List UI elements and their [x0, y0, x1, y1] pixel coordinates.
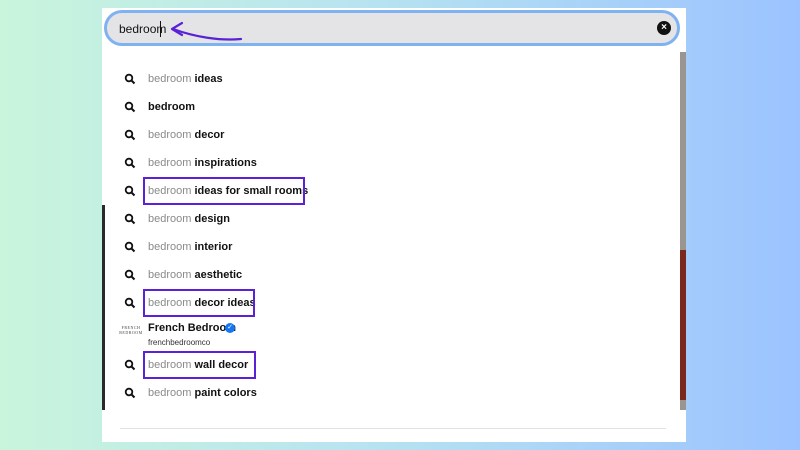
- search-icon: [124, 129, 136, 141]
- verified-badge-icon: ✓: [225, 323, 235, 333]
- profile-name: French Bedroom: [148, 322, 237, 334]
- search-icon: [124, 359, 136, 371]
- search-icon: [124, 157, 136, 169]
- search-icon: [124, 73, 136, 85]
- suggestion-item[interactable]: bedroom interior: [102, 234, 680, 262]
- suggestion-item[interactable]: bedroom paint colors: [102, 380, 680, 408]
- search-icon: [124, 185, 136, 197]
- logo-text-line: BEDROOM: [119, 330, 143, 335]
- suggestion-query: bedroom: [148, 157, 192, 169]
- suggestion-item[interactable]: bedroom inspirations: [102, 150, 680, 178]
- suggestion-query: bedroom: [148, 387, 192, 399]
- suggestion-completion: paint colors: [191, 387, 257, 399]
- suggestion-item[interactable]: bedroom ideas for small rooms: [102, 177, 680, 206]
- suggestion-item[interactable]: bedroom wall decor: [102, 351, 680, 380]
- suggestion-completion: inspirations: [191, 157, 257, 169]
- search-icon: [124, 101, 136, 113]
- suggestion-query: bedroom: [148, 241, 192, 253]
- brand-logo: FRENCH BEDROOM: [118, 325, 144, 343]
- suggestion-completion: bedroom: [148, 101, 196, 113]
- suggestion-completion: interior: [191, 241, 233, 253]
- suggestion-item[interactable]: bedroom decor: [102, 122, 680, 150]
- close-icon[interactable]: ×: [657, 21, 671, 35]
- suggestion-completion: design: [191, 213, 230, 225]
- suggestion-query: bedroom: [148, 129, 192, 141]
- suggestion-query: bedroom: [148, 213, 192, 225]
- suggestion-item[interactable]: bedroom design: [102, 206, 680, 234]
- highlight-box: [143, 289, 255, 317]
- highlight-box: [143, 177, 305, 205]
- suggestion-query: bedroom: [148, 73, 192, 85]
- suggestion-item[interactable]: bedroom decor ideas: [102, 289, 680, 318]
- suggestion-completion: decor: [191, 129, 225, 141]
- search-icon: [124, 213, 136, 225]
- highlight-box: [143, 351, 256, 379]
- search-icon: [124, 297, 136, 309]
- suggestion-query: bedroom: [148, 269, 192, 281]
- suggestion-item[interactable]: bedroom aesthetic: [102, 262, 680, 290]
- search-icon: [124, 241, 136, 253]
- background-page-strip-dark: [680, 250, 686, 400]
- suggestion-completion: ideas: [191, 73, 223, 85]
- list-divider: [120, 428, 666, 429]
- annotation-arrow-icon: [170, 21, 243, 41]
- profile-suggestion[interactable]: FRENCH BEDROOM French Bedroom ✓ frenchbe…: [102, 318, 680, 350]
- search-icon: [124, 387, 136, 399]
- suggestion-completion: aesthetic: [191, 269, 243, 281]
- text-caret: [160, 21, 161, 37]
- search-icon: [124, 269, 136, 281]
- suggestion-item[interactable]: bedroom: [102, 94, 680, 122]
- suggestion-item[interactable]: bedroom ideas: [102, 66, 680, 94]
- profile-handle: frenchbedroomco: [148, 338, 211, 347]
